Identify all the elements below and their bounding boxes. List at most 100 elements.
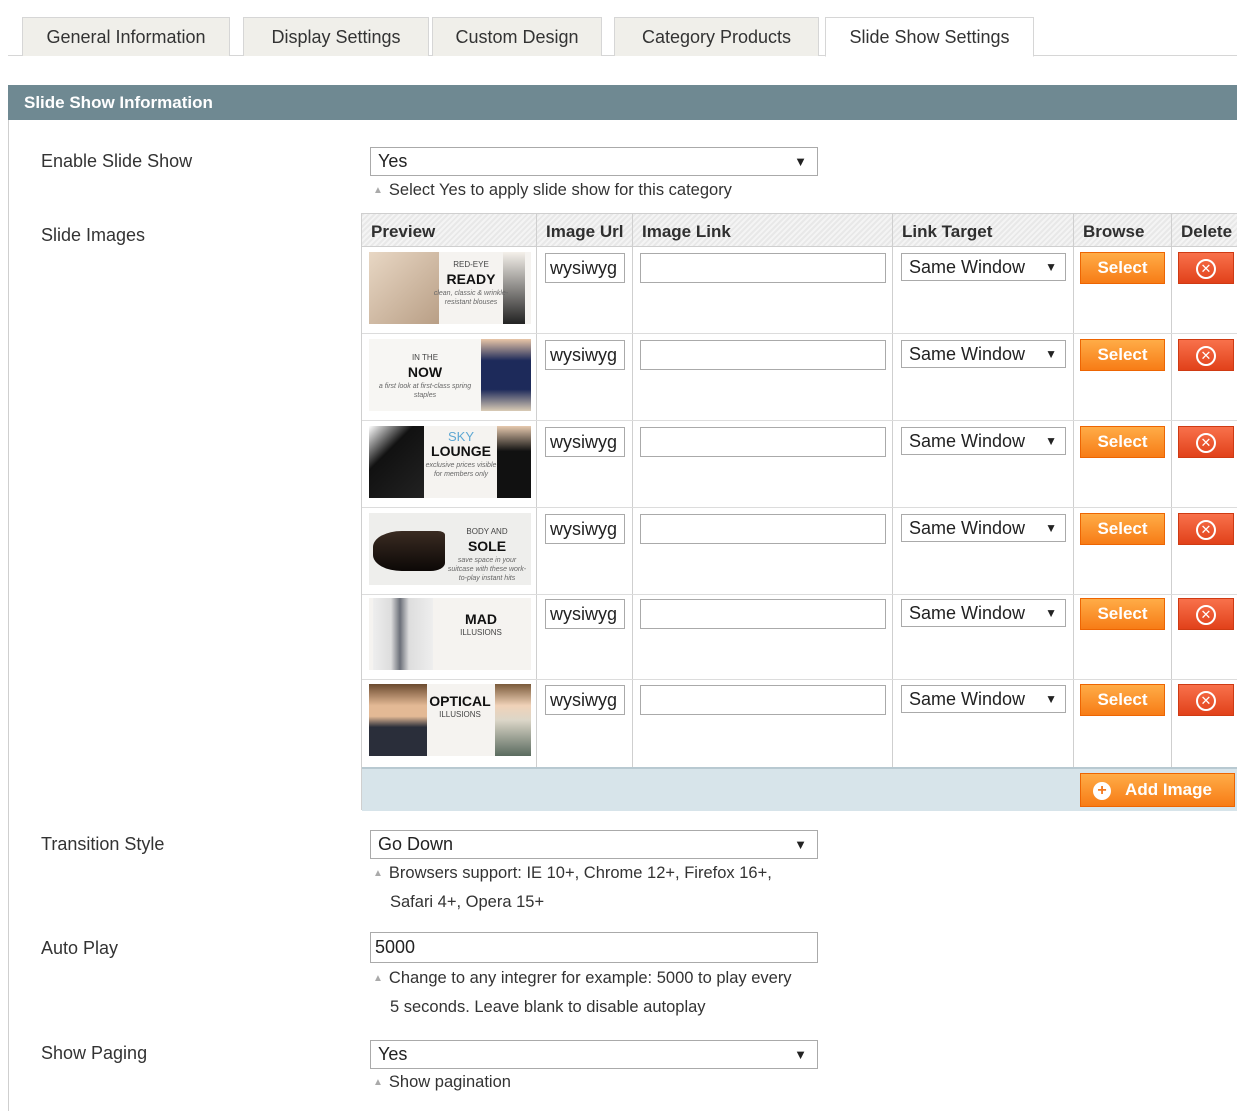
tab-display-settings[interactable]: Display Settings	[243, 17, 429, 56]
preview-title: READY	[446, 271, 496, 287]
preview-subtitle: exclusive prices visible for members onl…	[425, 462, 497, 478]
image-url-input[interactable]: wysiwyg	[545, 514, 625, 544]
close-circle-icon: ✕	[1196, 605, 1216, 625]
preview-image: SKY LOUNGE exclusive prices visible for …	[369, 426, 531, 498]
table-row: OPTICAL ILLUSIONS wysiwyg Same Window ▼ S…	[362, 680, 1237, 766]
tab-bar: General Information Display Settings Cus…	[8, 0, 1237, 57]
preview-subtitle: ILLUSIONS	[439, 710, 481, 719]
dropdown-arrow-icon: ▼	[1045, 606, 1057, 620]
auto-play-note-line1: Change to any integrer for example: 5000…	[388, 969, 792, 987]
delete-button[interactable]: ✕	[1178, 598, 1234, 630]
delete-button[interactable]: ✕	[1178, 513, 1234, 545]
link-target-select[interactable]: Same Window ▼	[901, 685, 1066, 713]
preview-title: LOUNGE	[431, 443, 491, 459]
image-url-input[interactable]: wysiwyg	[545, 599, 625, 629]
image-url-input[interactable]: wysiwyg	[545, 685, 625, 715]
delete-button[interactable]: ✕	[1178, 339, 1234, 371]
grid-footer: + Add Image	[362, 767, 1237, 811]
add-image-label: Add Image	[1125, 780, 1212, 799]
image-link-input[interactable]	[640, 340, 886, 370]
dropdown-arrow-icon: ▼	[1045, 521, 1057, 535]
col-link-target: Link Target	[902, 222, 993, 241]
preview-small-text: BODY AND	[466, 527, 508, 536]
dropdown-arrow-icon: ▼	[794, 837, 807, 852]
note-triangle-icon: ▲	[373, 868, 383, 879]
col-delete: Delete	[1181, 222, 1233, 241]
auto-play-input[interactable]: 5000	[370, 932, 818, 963]
link-target-select[interactable]: Same Window ▼	[901, 253, 1066, 281]
preview-title: MAD	[465, 611, 497, 627]
add-image-button[interactable]: + Add Image	[1080, 773, 1235, 807]
transition-style-value: Go Down	[378, 834, 454, 854]
image-link-input[interactable]	[640, 427, 886, 457]
grid-header: Preview Image Url Image Link Link Target…	[362, 214, 1237, 247]
link-target-value: Same Window	[909, 344, 1026, 364]
image-url-input[interactable]: wysiwyg	[545, 340, 625, 370]
image-url-input[interactable]: wysiwyg	[545, 253, 625, 283]
delete-button[interactable]: ✕	[1178, 252, 1234, 284]
delete-button[interactable]: ✕	[1178, 684, 1234, 716]
section-header: Slide Show Information	[8, 85, 1237, 120]
link-target-select[interactable]: Same Window ▼	[901, 340, 1066, 368]
transition-note-line1: Browsers support: IE 10+, Chrome 12+, Fi…	[388, 864, 772, 882]
preview-image: RED-EYE READY clean, classic & wrinkle-r…	[369, 252, 531, 324]
preview-small-text: RED-EYE	[453, 260, 489, 269]
image-link-input[interactable]	[640, 514, 886, 544]
tab-category-products[interactable]: Category Products	[614, 17, 819, 56]
link-target-value: Same Window	[909, 257, 1026, 277]
link-target-select[interactable]: Same Window ▼	[901, 514, 1066, 542]
transition-style-select[interactable]: Go Down ▼	[370, 830, 818, 859]
select-button[interactable]: Select	[1080, 426, 1165, 458]
link-target-value: Same Window	[909, 603, 1026, 623]
preview-subtitle: a first look at first-class spring stapl…	[378, 383, 472, 399]
enable-slideshow-note-text: Select Yes to apply slide show for this …	[388, 181, 732, 199]
show-paging-label: Show Paging	[41, 1043, 148, 1063]
col-browse: Browse	[1083, 222, 1145, 241]
preview-subtitle: save space in your suitcase with these w…	[447, 557, 527, 582]
dropdown-arrow-icon: ▼	[794, 154, 807, 169]
plus-circle-icon: +	[1093, 782, 1111, 800]
preview-image: BODY AND SOLE save space in your suitcas…	[369, 513, 531, 585]
col-image-link: Image Link	[642, 222, 731, 241]
link-target-value: Same Window	[909, 518, 1026, 538]
dropdown-arrow-icon: ▼	[1045, 347, 1057, 361]
link-target-select[interactable]: Same Window ▼	[901, 427, 1066, 455]
link-target-value: Same Window	[909, 431, 1026, 451]
preview-image: IN THE NOW a first look at first-class s…	[369, 339, 531, 411]
close-circle-icon: ✕	[1196, 520, 1216, 540]
slide-images-grid: Preview Image Url Image Link Link Target…	[361, 213, 1237, 811]
image-link-input[interactable]	[640, 685, 886, 715]
link-target-select[interactable]: Same Window ▼	[901, 599, 1066, 627]
col-image-url: Image Url	[546, 222, 624, 241]
preview-image: MAD ILLUSIONS	[369, 598, 531, 670]
enable-slideshow-select[interactable]: Yes ▼	[370, 147, 818, 176]
transition-note-line2: Safari 4+, Opera 15+	[390, 893, 545, 911]
show-paging-select[interactable]: Yes ▼	[370, 1040, 818, 1069]
select-button[interactable]: Select	[1080, 513, 1165, 545]
transition-style-note: ▲ Browsers support: IE 10+, Chrome 12+, F…	[373, 859, 772, 917]
slide-images-label: Slide Images	[41, 225, 146, 245]
select-button[interactable]: Select	[1080, 252, 1165, 284]
tab-slide-show-settings[interactable]: Slide Show Settings	[825, 17, 1034, 57]
close-circle-icon: ✕	[1196, 259, 1216, 279]
select-button[interactable]: Select	[1080, 684, 1165, 716]
show-paging-note: ▲ Show pagination	[373, 1068, 511, 1097]
select-button[interactable]: Select	[1080, 598, 1165, 630]
table-row: SKY LOUNGE exclusive prices visible for …	[362, 422, 1237, 508]
preview-title: OPTICAL	[429, 693, 491, 709]
table-row: MAD ILLUSIONS wysiwyg Same Window ▼ Selec…	[362, 594, 1237, 680]
dropdown-arrow-icon: ▼	[1045, 260, 1057, 274]
tab-general-information[interactable]: General Information	[22, 17, 230, 56]
image-url-input[interactable]: wysiwyg	[545, 427, 625, 457]
col-preview: Preview	[371, 222, 436, 241]
table-row: RED-EYE READY clean, classic & wrinkle-r…	[362, 248, 1237, 334]
delete-button[interactable]: ✕	[1178, 426, 1234, 458]
tab-custom-design[interactable]: Custom Design	[432, 17, 602, 56]
image-link-input[interactable]	[640, 599, 886, 629]
image-link-input[interactable]	[640, 253, 886, 283]
preview-subtitle: clean, classic & wrinkle-resistant blous…	[433, 290, 509, 306]
auto-play-note-line2: 5 seconds. Leave blank to disable autopl…	[390, 998, 706, 1016]
enable-slideshow-note: ▲ Select Yes to apply slide show for this…	[373, 176, 732, 205]
close-circle-icon: ✕	[1196, 346, 1216, 366]
select-button[interactable]: Select	[1080, 339, 1165, 371]
